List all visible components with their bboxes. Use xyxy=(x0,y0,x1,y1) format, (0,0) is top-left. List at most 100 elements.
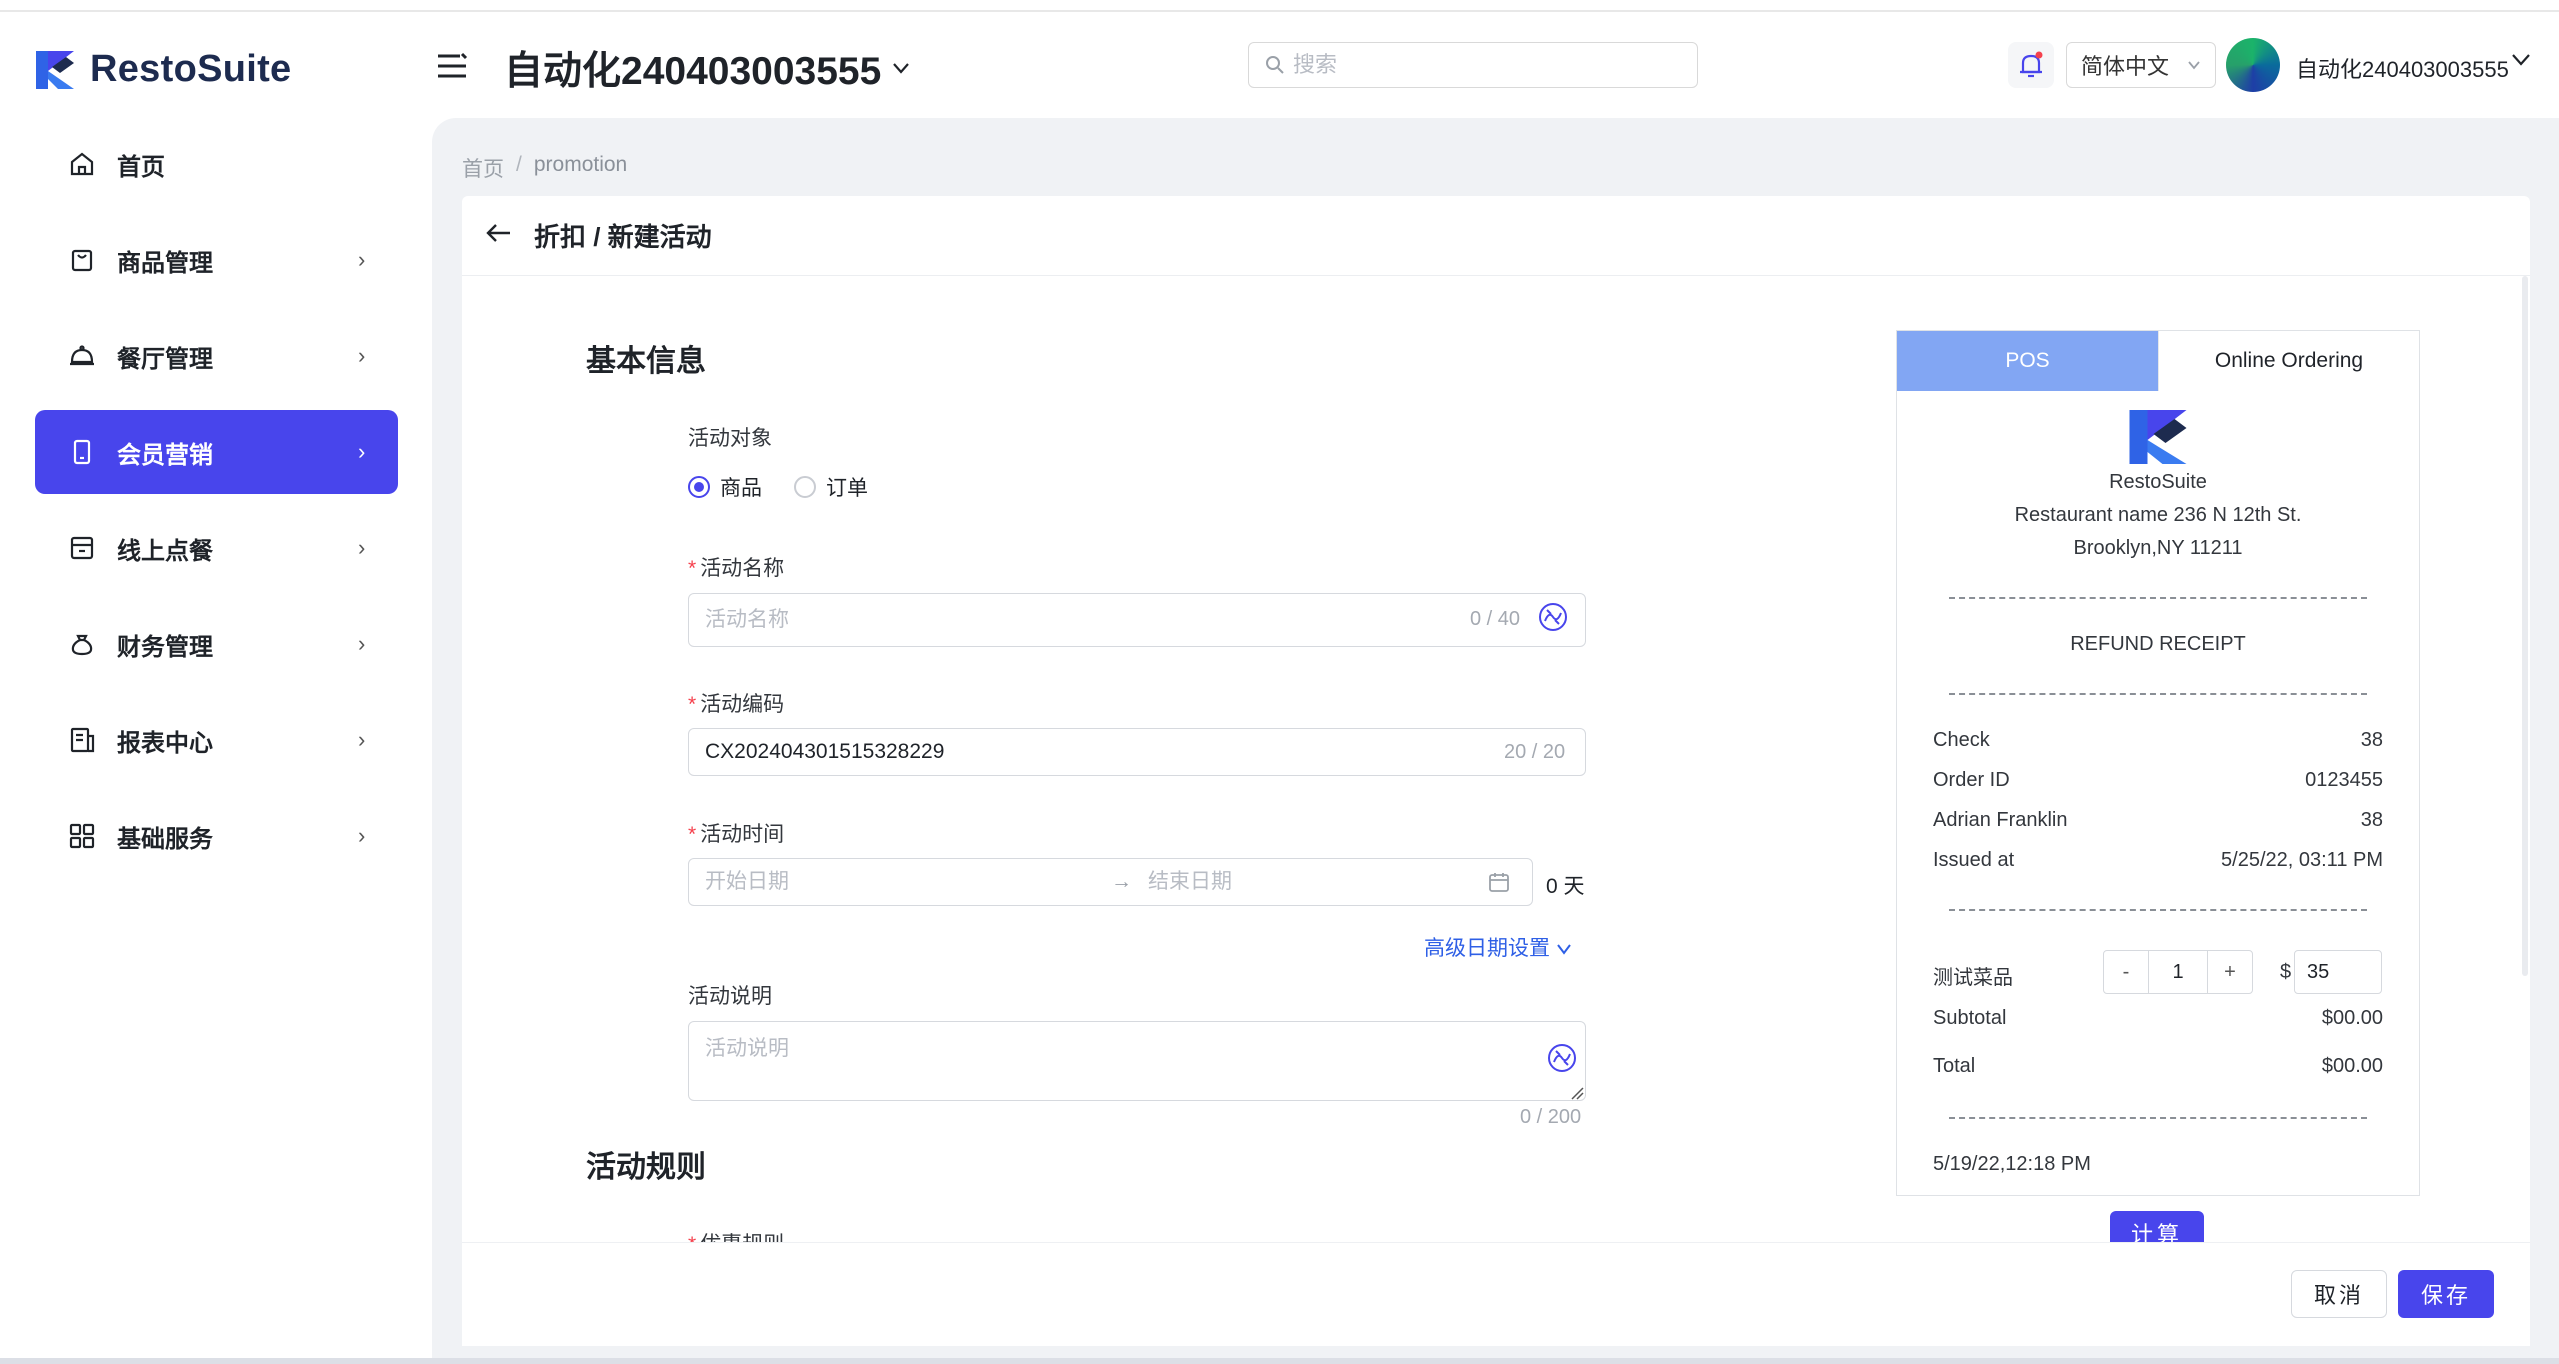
calendar-icon xyxy=(1489,873,1509,892)
receipt-brand: RestoSuite xyxy=(2109,471,2207,493)
code-input[interactable] xyxy=(705,740,1465,764)
code-field[interactable] xyxy=(688,728,1586,776)
date-range-picker[interactable]: → xyxy=(688,858,1533,906)
sidebar-item-label: 会员营销 xyxy=(117,441,213,469)
sidebar-item-finance[interactable]: 财务管理 › xyxy=(35,602,398,686)
page-title: 折扣 / 新建活动 xyxy=(534,222,712,252)
sidebar-item-label: 财务管理 xyxy=(117,633,213,661)
tab-pos[interactable]: POS xyxy=(1897,331,2158,391)
breadcrumb-current: promotion xyxy=(533,153,628,176)
subtotal-value: $00.00 xyxy=(2321,1007,2383,1029)
home-icon xyxy=(67,149,97,179)
decrement-button[interactable]: - xyxy=(2104,951,2148,993)
target-radio-group: 商品 订单 xyxy=(688,472,868,502)
tab-online-ordering[interactable]: Online Ordering xyxy=(2158,331,2419,391)
divider xyxy=(1949,693,2367,695)
required-mark: * xyxy=(688,1233,696,1242)
scrollbar[interactable] xyxy=(2522,276,2528,976)
restosuite-logo-icon xyxy=(36,50,74,89)
sidebar-item-reports[interactable]: 报表中心 › xyxy=(35,698,398,782)
radio-order-label[interactable]: 订单 xyxy=(826,472,868,502)
receipt-row-label: Order ID xyxy=(1933,769,2010,791)
breadcrumb-home[interactable]: 首页 xyxy=(462,153,504,183)
receipt-item-name: 测试菜品 xyxy=(1933,967,2013,989)
chevron-down-icon xyxy=(2188,61,2200,70)
radio-product-label[interactable]: 商品 xyxy=(720,472,762,502)
bag-icon xyxy=(67,245,97,275)
report-icon xyxy=(67,725,97,755)
name-label-text: 活动名称 xyxy=(700,557,785,580)
grid-icon xyxy=(67,821,97,851)
breadcrumb-separator: / xyxy=(516,153,522,176)
receipt-row-value: 0123455 xyxy=(2305,769,2383,791)
end-date-input[interactable] xyxy=(1148,870,1488,894)
desc-textarea[interactable] xyxy=(705,1032,1505,1088)
receipt-title: REFUND RECEIPT xyxy=(2070,633,2246,655)
divider xyxy=(1949,1117,2367,1119)
receipt-footer-time: 5/19/22,12:18 PM xyxy=(1933,1153,2091,1175)
time-label-text: 活动时间 xyxy=(700,823,785,846)
sidebar-item-label: 首页 xyxy=(117,153,165,181)
chevron-right-icon: › xyxy=(358,247,366,272)
back-arrow-icon[interactable] xyxy=(486,222,512,249)
store-name: 自动化240403003555 xyxy=(504,50,882,93)
money-bag-icon xyxy=(67,629,97,659)
window-bottom-border xyxy=(0,1358,2559,1364)
sidebar-item-online-ordering[interactable]: 线上点餐 › xyxy=(35,506,398,590)
chevron-right-icon: › xyxy=(358,343,366,368)
section-rules: 活动规则 xyxy=(586,1151,706,1184)
menu-toggle-icon[interactable] xyxy=(436,52,468,80)
start-date-input[interactable] xyxy=(705,870,1095,894)
sidebar-item-basic-services[interactable]: 基础服务 › xyxy=(35,794,398,878)
quantity-value[interactable]: 1 xyxy=(2148,951,2208,993)
logo[interactable]: RestoSuite xyxy=(34,48,291,91)
chevron-right-icon: › xyxy=(358,727,366,752)
sidebar-item-home[interactable]: 首页 xyxy=(35,122,398,206)
footer-bar xyxy=(462,1242,2530,1346)
sidebar-item-restaurant[interactable]: 餐厅管理 › xyxy=(35,314,398,398)
save-button[interactable]: 保存 xyxy=(2398,1270,2494,1318)
chevron-right-icon: › xyxy=(358,631,366,656)
phone-icon xyxy=(67,437,97,467)
chevron-down-icon[interactable] xyxy=(2510,52,2532,73)
resize-handle-icon[interactable] xyxy=(1570,1086,1584,1105)
receipt-address-line1: Restaurant name 236 N 12th St. xyxy=(2014,504,2302,526)
sidebar-item-member-marketing[interactable]: 会员营销 › xyxy=(35,410,398,494)
divider xyxy=(1949,909,2367,911)
search-input[interactable] xyxy=(1293,52,1673,78)
receipt-row-value: 38 xyxy=(2360,729,2383,751)
ai-translate-icon[interactable] xyxy=(1546,1042,1578,1079)
name-input[interactable] xyxy=(705,608,1405,632)
language-value: 简体中文 xyxy=(2081,54,2170,79)
increment-button[interactable]: + xyxy=(2208,951,2252,993)
quantity-stepper[interactable]: - 1 + xyxy=(2103,950,2253,994)
rules-first-label: * 优惠规则 xyxy=(688,1228,784,1242)
required-mark: * xyxy=(688,693,697,716)
ai-translate-icon[interactable] xyxy=(1537,601,1569,638)
sidebar-item-products[interactable]: 商品管理 › xyxy=(35,218,398,302)
radio-product[interactable] xyxy=(688,476,710,498)
notification-button[interactable] xyxy=(2008,42,2054,88)
sidebar-item-label: 商品管理 xyxy=(117,249,213,277)
avatar[interactable] xyxy=(2226,38,2280,92)
code-label: * 活动编码 xyxy=(688,688,784,718)
days-count: 0 天 xyxy=(1546,875,1585,898)
desc-field[interactable] xyxy=(688,1021,1586,1101)
radio-order[interactable] xyxy=(794,476,816,498)
advanced-date-link[interactable]: 高级日期设置 xyxy=(1424,932,1572,962)
breadcrumb: 首页 / promotion xyxy=(462,153,627,183)
search-box[interactable] xyxy=(1248,42,1698,88)
name-field[interactable] xyxy=(688,593,1586,647)
cloche-icon xyxy=(67,341,97,371)
language-select[interactable]: 简体中文 xyxy=(2066,42,2216,88)
user-name[interactable]: 自动化240403003555 xyxy=(2296,52,2509,84)
cancel-button[interactable]: 取消 xyxy=(2291,1270,2387,1318)
desc-label: 活动说明 xyxy=(688,985,772,1008)
sidebar-item-label: 基础服务 xyxy=(117,825,213,853)
price-input[interactable]: 35 xyxy=(2294,950,2382,994)
required-mark: * xyxy=(688,823,697,846)
calculate-button[interactable]: 计算 xyxy=(2110,1211,2204,1243)
name-counter: 0 / 40 xyxy=(1470,608,1521,630)
store-selector[interactable]: 自动化240403003555 xyxy=(504,40,911,96)
sidebar-item-label: 线上点餐 xyxy=(117,537,213,565)
